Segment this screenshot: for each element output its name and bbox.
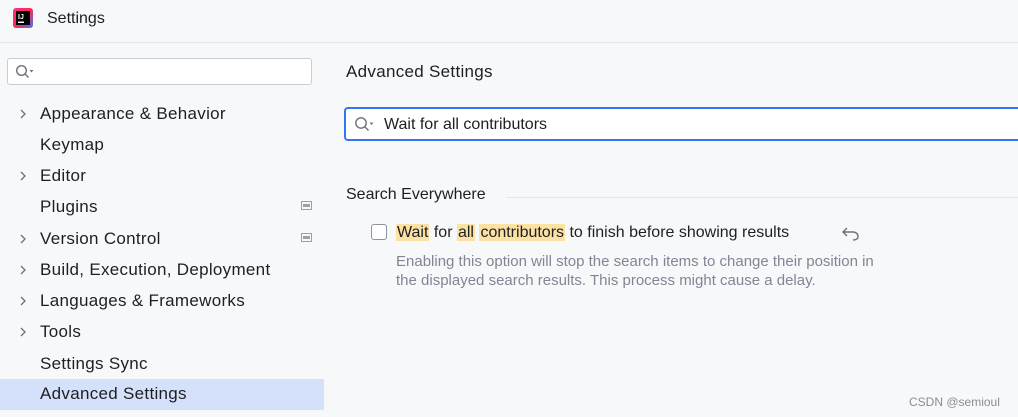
settings-search-field[interactable] [344, 107, 1018, 141]
settings-page-icon [301, 233, 312, 242]
option-label[interactable]: Wait for all contributors to finish befo… [396, 224, 789, 242]
sidebar-item-label: Build, Execution, Deployment [40, 260, 271, 279]
sidebar-item-editor[interactable]: Editor [0, 161, 324, 192]
sidebar-item-label: Plugins [40, 197, 98, 216]
sidebar-item-languages-frameworks[interactable]: Languages & Frameworks [0, 286, 324, 317]
sidebar-search-field[interactable] [7, 58, 312, 85]
sidebar-item-label: Settings Sync [40, 354, 148, 373]
search-icon[interactable] [354, 116, 376, 134]
sidebar-item-label: Keymap [40, 135, 105, 154]
sidebar-item-appearance-behavior[interactable]: Appearance & Behavior [0, 99, 324, 130]
sidebar-item-keymap[interactable]: Keymap [0, 130, 324, 161]
search-icon[interactable] [15, 64, 35, 80]
option-label-text: to finish before showing results [565, 224, 790, 241]
chevron-right-icon[interactable] [17, 295, 29, 307]
sidebar-item-settings-sync[interactable]: Settings Sync [0, 349, 324, 380]
search-highlight: contributors [479, 224, 566, 241]
sidebar-item-plugins[interactable]: Plugins [0, 192, 324, 223]
settings-content: Advanced Settings Search Everywhere Wait… [324, 43, 1018, 417]
sidebar-item-label: Advanced Settings [40, 384, 187, 403]
option-description: Enabling this option will stop the searc… [396, 253, 874, 289]
chevron-right-icon[interactable] [17, 108, 29, 120]
search-highlight: all [456, 224, 475, 241]
sidebar-item-label: Tools [40, 322, 82, 341]
sidebar-item-label: Appearance & Behavior [40, 104, 226, 123]
settings-page-icon [301, 201, 312, 210]
intellij-idea-icon: IJ [13, 8, 33, 28]
chevron-right-icon[interactable] [17, 264, 29, 276]
search-highlight: Wait [396, 224, 430, 241]
chevron-right-icon[interactable] [17, 233, 29, 245]
sidebar-item-advanced-settings[interactable]: Advanced Settings [0, 379, 324, 410]
sidebar-item-build-execution-deployment[interactable]: Build, Execution, Deployment [0, 255, 324, 286]
svg-text:IJ: IJ [18, 14, 24, 21]
sidebar-item-label: Version Control [40, 229, 161, 248]
sidebar-item-label: Editor [40, 166, 87, 185]
window-title: Settings [47, 10, 105, 27]
title-bar: IJ Settings [0, 0, 1018, 42]
group-title: Search Everywhere [346, 186, 486, 203]
wait-for-contributors-checkbox[interactable] [371, 224, 387, 240]
chevron-right-icon[interactable] [17, 170, 29, 182]
sidebar-item-version-control[interactable]: Version Control [0, 224, 324, 255]
sidebar-item-tools[interactable]: Tools [0, 317, 324, 348]
chevron-right-icon[interactable] [17, 326, 29, 338]
page-title: Advanced Settings [346, 62, 493, 81]
settings-search-input[interactable] [382, 114, 986, 136]
settings-sidebar: Appearance & Behavior Keymap Editor Plug… [0, 43, 324, 417]
sidebar-item-label: Languages & Frameworks [40, 291, 246, 310]
sidebar-search-input[interactable] [36, 62, 310, 83]
option-label-text: for [429, 224, 457, 241]
watermark: CSDN @semioul [909, 395, 1000, 409]
group-divider [506, 197, 1018, 198]
reset-undo-icon[interactable] [841, 224, 861, 242]
